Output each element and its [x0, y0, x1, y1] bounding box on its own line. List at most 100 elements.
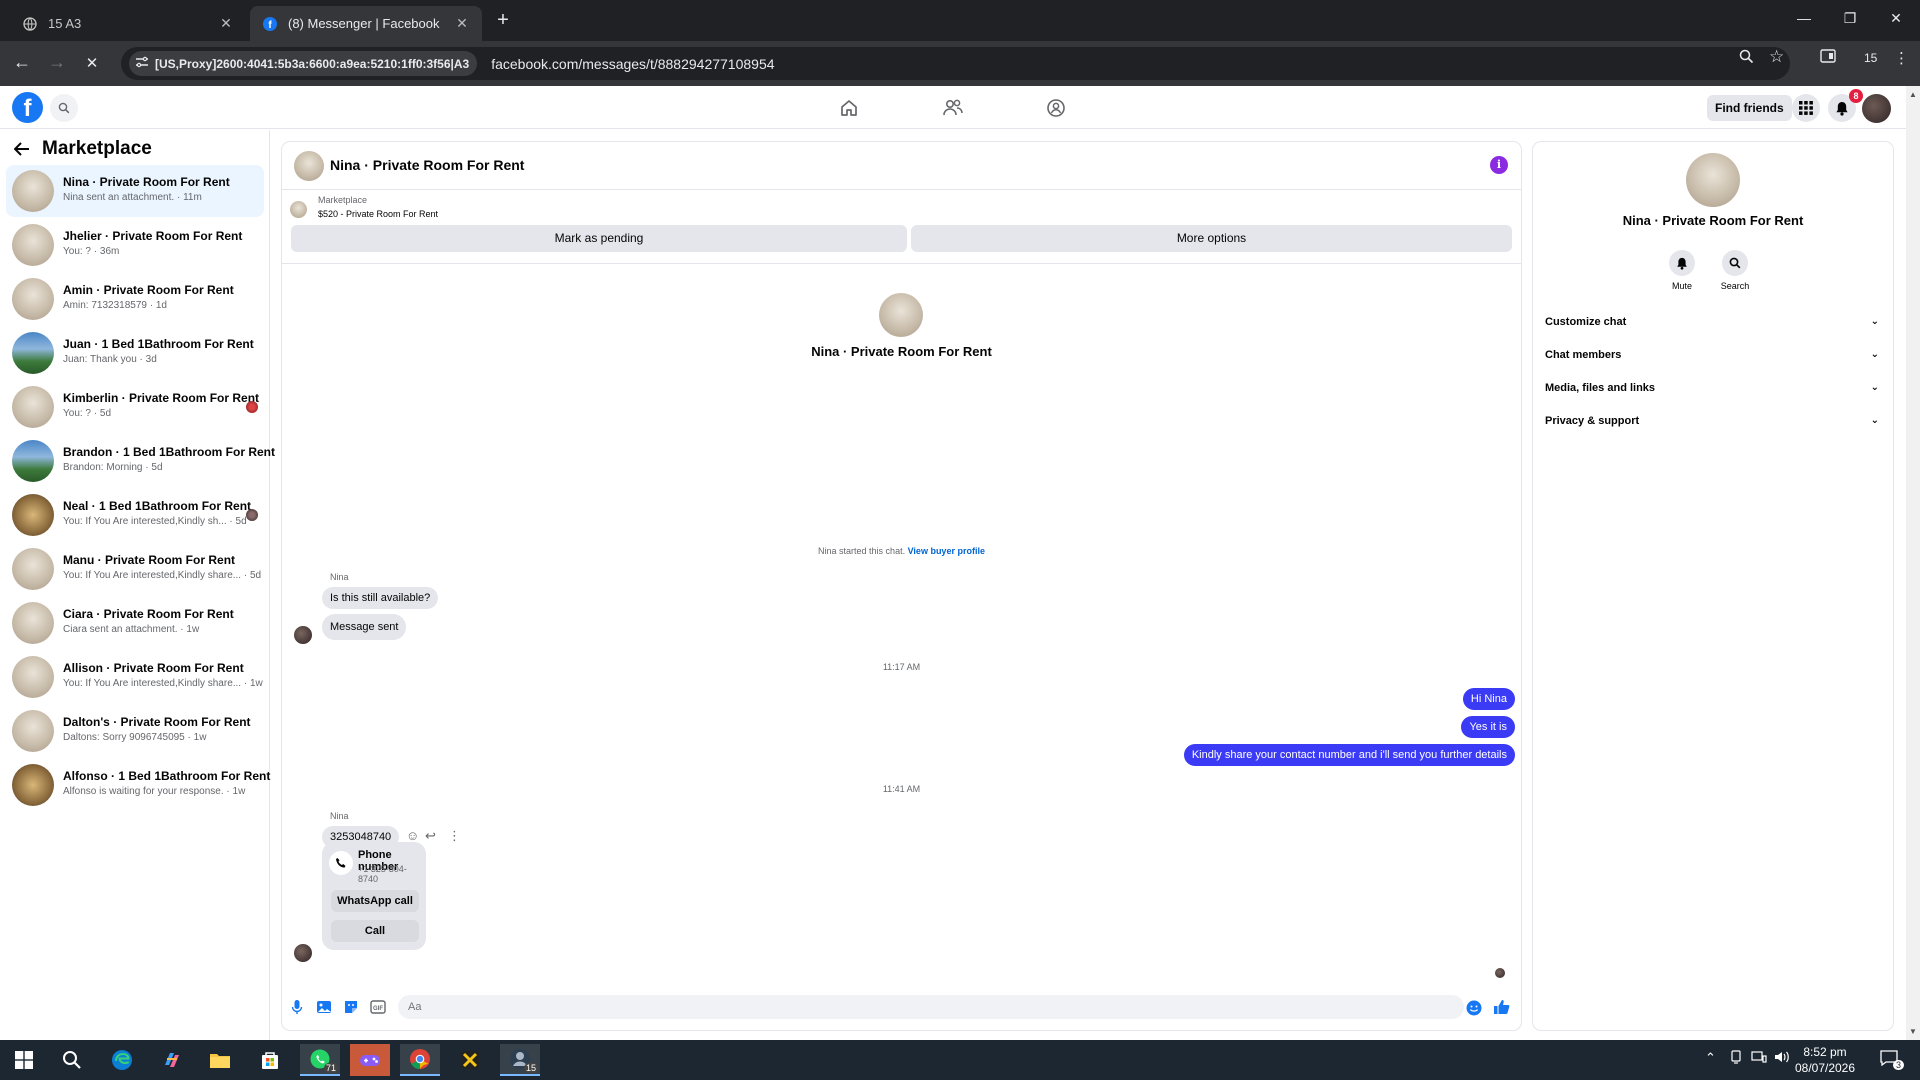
minimize-icon[interactable]: —: [1794, 10, 1814, 26]
customize-chat-section[interactable]: Customize chat ⌄: [1545, 310, 1881, 334]
sticker-icon[interactable]: [342, 998, 360, 1016]
find-friends-button[interactable]: Find friends: [1707, 95, 1792, 121]
scroll-up-icon[interactable]: ▲: [1909, 90, 1917, 99]
profile-label[interactable]: 15: [1864, 51, 1877, 65]
media-files-links-section[interactable]: Media, files and links ⌄: [1545, 376, 1881, 400]
incoming-message[interactable]: Message sent: [322, 614, 407, 640]
outgoing-message[interactable]: Kindly share your contact number and i'l…: [1183, 744, 1515, 766]
mute-label: Mute: [1671, 281, 1692, 291]
conversation-item[interactable]: Juan · 1 Bed 1Bathroom For Rent Juan: Th…: [6, 327, 264, 379]
conversation-item[interactable]: Allison · Private Room For Rent You: If …: [6, 651, 264, 703]
conversation-item[interactable]: Kimberlin · Private Room For Rent You: ?…: [6, 381, 264, 433]
call-button[interactable]: Call: [331, 920, 419, 942]
outgoing-message[interactable]: Yes it is: [1461, 716, 1515, 738]
react-icon[interactable]: ☺: [406, 828, 419, 843]
new-tab-icon[interactable]: +: [492, 9, 514, 32]
site-info-chip[interactable]: [US,Proxy]2600:4041:5b3a:6600:a9ea:5210:…: [129, 51, 478, 76]
browser-profile-app-icon[interactable]: 15: [500, 1044, 540, 1076]
address-bar[interactable]: [US,Proxy]2600:4041:5b3a:6600:a9ea:5210:…: [121, 47, 1790, 80]
groups-icon[interactable]: [1042, 94, 1070, 122]
chat-title[interactable]: Nina · Private Room For Rent: [330, 157, 524, 173]
conversation-info-panel: Nina · Private Room For Rent Mute Search…: [1533, 142, 1893, 1030]
browser-tab[interactable]: 15 A3 ✕: [10, 6, 246, 41]
restore-icon[interactable]: ❐: [1840, 10, 1860, 27]
search-icon[interactable]: [52, 1044, 92, 1076]
conversation-item[interactable]: Amin · Private Room For Rent Amin: 71323…: [6, 273, 264, 325]
avatar: [12, 764, 54, 806]
conversation-item[interactable]: Jhelier · Private Room For Rent You: ? ·…: [6, 219, 264, 271]
conversation-item[interactable]: Brandon · 1 Bed 1Bathroom For Rent Brand…: [6, 435, 275, 487]
back-arrow-icon[interactable]: ←: [10, 52, 34, 73]
close-icon[interactable]: ✕: [218, 15, 234, 32]
stop-loading-icon[interactable]: ✕: [80, 54, 104, 72]
conversation-item[interactable]: Alfonso · 1 Bed 1Bathroom For Rent Alfon…: [6, 759, 270, 811]
chat-members-section[interactable]: Chat members ⌄: [1545, 343, 1881, 367]
privacy-support-section[interactable]: Privacy & support ⌄: [1545, 409, 1881, 433]
photo-icon[interactable]: [315, 998, 333, 1016]
reply-icon[interactable]: ↩: [425, 828, 436, 844]
facebook-logo-icon[interactable]: f: [12, 92, 43, 123]
conversation-item[interactable]: Dalton's · Private Room For Rent Daltons…: [6, 705, 264, 757]
avatar: [12, 170, 54, 212]
account-avatar[interactable]: [1862, 94, 1891, 123]
volume-icon[interactable]: [1774, 1050, 1790, 1067]
window-close-icon[interactable]: ✕: [1886, 10, 1906, 27]
conversation-item[interactable]: Nina · Private Room For Rent Nina sent a…: [6, 165, 264, 217]
chevron-up-icon[interactable]: ⌃: [1705, 1050, 1716, 1066]
incoming-message[interactable]: Is this still available?: [322, 587, 439, 609]
emoji-icon[interactable]: [1465, 999, 1483, 1017]
avatar[interactable]: [294, 151, 324, 181]
view-buyer-profile-link[interactable]: View buyer profile: [908, 546, 985, 556]
close-icon[interactable]: ✕: [454, 15, 470, 32]
microphone-icon[interactable]: [288, 998, 306, 1016]
page-scrollbar[interactable]: ▲ ▼: [1906, 86, 1920, 1040]
system-clock[interactable]: 8:52 pm 08/07/2026: [1790, 1044, 1860, 1076]
app-icon[interactable]: [450, 1044, 490, 1076]
listing-banner: Marketplace $520 - Private Room For Rent…: [282, 190, 1521, 264]
conversation-preview: Daltons: Sorry 9096745095 · 1w: [63, 732, 207, 743]
file-explorer-icon[interactable]: [200, 1044, 240, 1076]
scroll-down-icon[interactable]: ▼: [1909, 1027, 1917, 1036]
conversation-item[interactable]: Manu · Private Room For Rent You: If You…: [6, 543, 264, 595]
more-actions-icon[interactable]: ⋮: [448, 828, 461, 844]
forward-arrow-icon[interactable]: →: [45, 52, 69, 73]
message-input[interactable]: [398, 995, 1464, 1019]
whatsapp-call-button[interactable]: WhatsApp call: [331, 890, 419, 912]
search-icon[interactable]: [50, 94, 78, 122]
zoom-icon[interactable]: [1739, 49, 1754, 68]
gif-icon[interactable]: GIF: [369, 998, 387, 1016]
sidepanel-icon[interactable]: [1820, 49, 1836, 67]
browser-menu-icon[interactable]: ⋮: [1894, 49, 1909, 67]
ethernet-icon[interactable]: [1751, 1050, 1767, 1067]
listing-price-title[interactable]: $520 - Private Room For Rent: [318, 209, 438, 219]
info-icon[interactable]: i: [1490, 156, 1508, 174]
conversation-item[interactable]: Neal · 1 Bed 1Bathroom For Rent You: If …: [6, 489, 264, 541]
windows-start-icon[interactable]: [4, 1044, 44, 1076]
conversation-name: Amin · Private Room For Rent: [63, 283, 234, 297]
menu-grid-icon[interactable]: [1792, 94, 1820, 122]
home-icon[interactable]: [835, 94, 863, 122]
like-icon[interactable]: [1492, 998, 1510, 1016]
edge-icon[interactable]: [102, 1044, 142, 1076]
outgoing-message[interactable]: Hi Nina: [1462, 688, 1515, 710]
avatar: [12, 224, 54, 266]
copilot-icon[interactable]: [152, 1044, 192, 1076]
url-text[interactable]: facebook.com/messages/t/888294277108954: [491, 56, 774, 72]
friends-icon[interactable]: [939, 94, 967, 122]
conversation-list-panel: Marketplace Nina · Private Room For Rent…: [0, 130, 275, 1040]
back-arrow-icon[interactable]: [13, 140, 30, 161]
conversation-item[interactable]: Ciara · Private Room For Rent Ciara sent…: [6, 597, 264, 649]
game-app-icon[interactable]: [350, 1044, 390, 1076]
browser-tab-active[interactable]: f (8) Messenger | Facebook ✕: [250, 6, 482, 41]
avatar: [879, 293, 923, 337]
search-in-chat-button[interactable]: Search: [1715, 250, 1755, 291]
mute-button[interactable]: Mute: [1662, 250, 1702, 291]
network-device-icon[interactable]: [1729, 1050, 1743, 1067]
bookmark-star-icon[interactable]: ☆: [1769, 47, 1784, 67]
more-options-button[interactable]: More options: [911, 225, 1512, 252]
mark-pending-button[interactable]: Mark as pending: [291, 225, 907, 252]
listing-thumbnail[interactable]: [290, 201, 307, 218]
whatsapp-icon[interactable]: 71: [300, 1044, 340, 1076]
microsoft-store-icon[interactable]: [250, 1044, 290, 1076]
chrome-icon[interactable]: [400, 1044, 440, 1076]
